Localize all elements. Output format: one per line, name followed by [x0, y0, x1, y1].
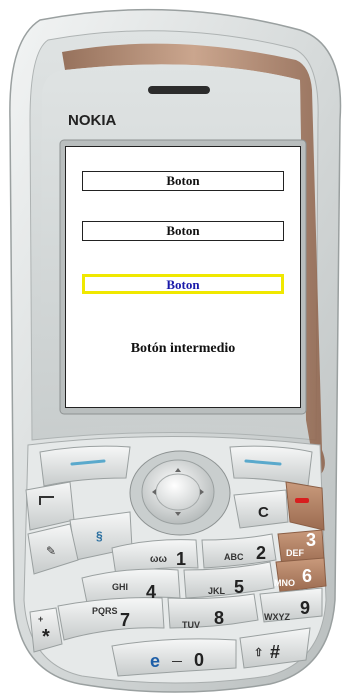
svg-text:MNO: MNO — [274, 578, 295, 588]
svg-text:+: + — [38, 614, 43, 624]
svg-text:PQRS: PQRS — [92, 606, 118, 616]
screen-button-3-selected[interactable]: Boton — [82, 274, 284, 294]
svg-text:JKL: JKL — [208, 586, 226, 596]
pencil-icon: ✎ — [46, 544, 56, 558]
svg-text:4: 4 — [146, 582, 156, 602]
svg-text:ωω: ωω — [150, 554, 167, 565]
svg-text:DEF: DEF — [286, 548, 305, 558]
middle-button-label: Botón intermedio — [130, 341, 236, 356]
svg-text:6: 6 — [302, 566, 312, 586]
screen-button-2[interactable]: Boton — [82, 221, 284, 241]
end-key[interactable] — [285, 481, 325, 531]
screen-button-1[interactable]: Boton — [82, 171, 284, 191]
menu-icon: § — [96, 529, 103, 543]
svg-text:#: # — [270, 642, 280, 662]
svg-text:TUV: TUV — [182, 620, 200, 630]
svg-text:9: 9 — [300, 598, 310, 618]
svg-text:7: 7 — [120, 610, 130, 630]
svg-text:1: 1 — [176, 549, 186, 569]
svg-text:GHI: GHI — [112, 582, 128, 592]
svg-text:*: * — [42, 626, 50, 648]
svg-text:5: 5 — [234, 577, 244, 597]
brand-logo: NOKIA — [68, 112, 117, 129]
svg-text:WXYZ: WXYZ — [264, 612, 291, 622]
svg-text:0: 0 — [194, 650, 204, 670]
svg-text:8: 8 — [214, 608, 224, 628]
svg-text:2: 2 — [256, 543, 266, 563]
svg-text:C: C — [258, 504, 269, 521]
svg-text:ABC: ABC — [224, 552, 244, 562]
phone-screen: Boton Boton Boton Botón intermedio — [65, 146, 301, 408]
svg-text:3: 3 — [306, 530, 316, 550]
web-icon: e — [150, 651, 160, 671]
svg-text:—: — — [172, 656, 182, 667]
svg-text:⇧: ⇧ — [254, 647, 263, 659]
earpiece — [148, 86, 210, 94]
